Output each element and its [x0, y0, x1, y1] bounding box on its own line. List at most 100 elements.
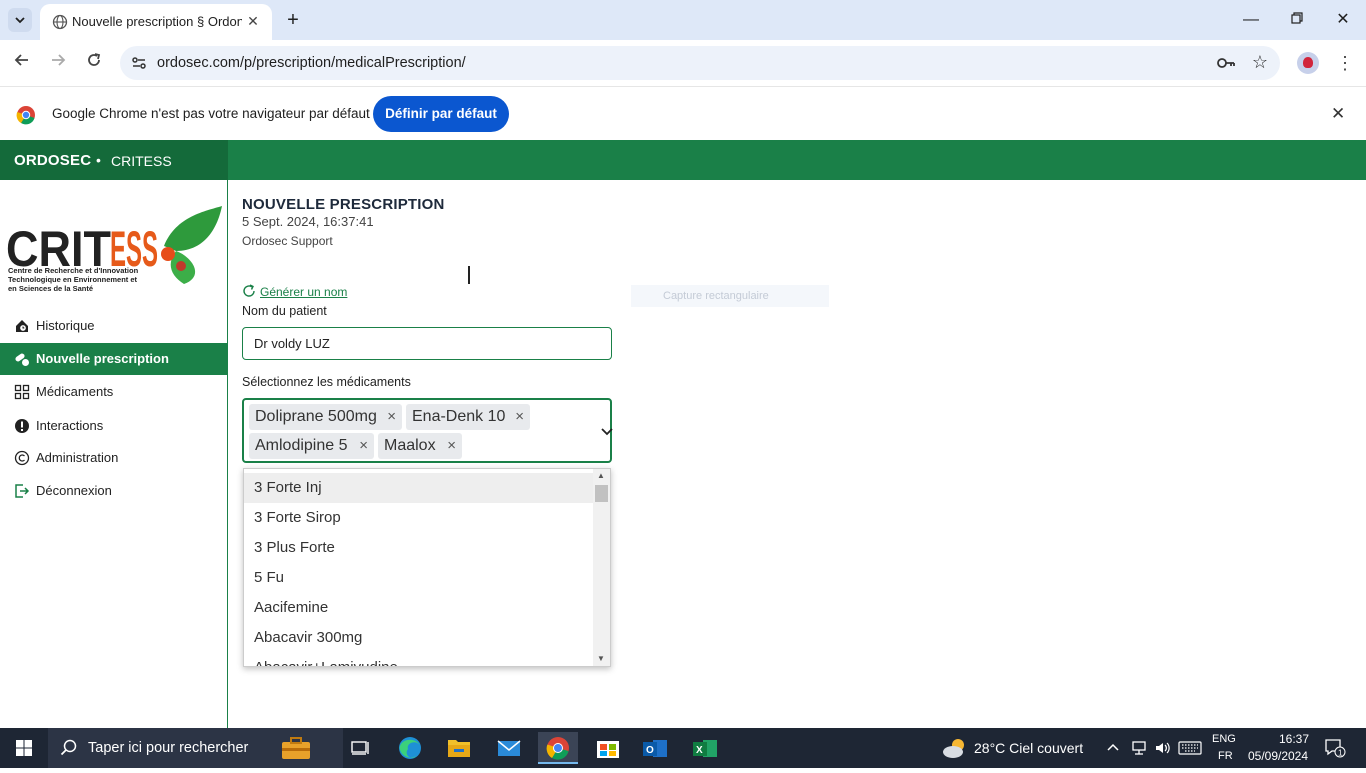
sidebar-item-label: Nouvelle prescription	[36, 351, 169, 366]
infobar-close-icon[interactable]: ✕	[1331, 104, 1345, 124]
chip-label: Maalox	[384, 437, 436, 454]
bookmark-star-icon[interactable]: ☆	[1252, 52, 1268, 73]
window-close-icon[interactable]: ✕	[1329, 8, 1357, 32]
volume-icon[interactable]	[1154, 740, 1172, 759]
sidebar-item-label: Historique	[36, 318, 95, 333]
sidebar-item-nouvelle-prescription[interactable]: Nouvelle prescription	[0, 343, 227, 375]
chip-remove-icon[interactable]: ×	[515, 404, 524, 430]
patient-name-input[interactable]: Dr voldy LUZ	[242, 327, 612, 360]
dropdown-option[interactable]: Abacavir 300mg	[244, 623, 594, 653]
address-bar[interactable]: ordosec.com/p/prescription/medicalPrescr…	[120, 46, 1280, 80]
medications-multiselect[interactable]: Doliprane 500mg × Ena-Denk 10 × Amlodipine…	[242, 398, 613, 463]
grid-icon	[14, 384, 30, 400]
dropdown-scrollbar[interactable]: ▲ ▼	[593, 469, 610, 666]
chip-label: Doliprane 500mg	[255, 408, 377, 425]
input-language-bottom[interactable]: FR	[1218, 750, 1233, 762]
network-icon[interactable]	[1130, 740, 1148, 759]
profile-avatar[interactable]	[1297, 52, 1319, 74]
tab-title: Nouvelle prescription § Ordonanc	[72, 14, 242, 29]
sidebar-item-historique[interactable]: Historique	[0, 310, 227, 342]
clock-date[interactable]: 05/09/2024	[1246, 749, 1310, 763]
tab-search-button[interactable]	[8, 8, 32, 32]
refresh-icon	[243, 284, 255, 297]
dropdown-option[interactable]: 3 Forte Inj	[244, 473, 594, 503]
generate-name-link[interactable]: Générer un nom	[242, 284, 347, 299]
svg-text:Technologique en Environnement: Technologique en Environnement et	[8, 275, 138, 284]
chip-label: Ena-Denk 10	[412, 408, 506, 425]
browser-tab-active[interactable]: Nouvelle prescription § Ordonanc ✕	[40, 4, 272, 40]
capture-overlay-ghost: Capture rectangulaire	[631, 285, 829, 307]
chip-remove-icon[interactable]: ×	[359, 433, 368, 459]
default-browser-infobar: Google Chrome n'est pas votre navigateur…	[0, 86, 1366, 140]
clock-time[interactable]: 16:37	[1264, 732, 1324, 746]
search-icon	[60, 739, 77, 756]
chevron-down-icon[interactable]	[601, 425, 613, 437]
task-view-icon[interactable]	[340, 732, 380, 764]
minimize-icon[interactable]: —	[1237, 8, 1265, 32]
site-settings-icon[interactable]	[130, 54, 148, 72]
briefcase-icon	[282, 737, 310, 759]
dropdown-option[interactable]: 5 Fu	[244, 563, 594, 593]
outlook-icon[interactable]: O	[635, 732, 675, 764]
scrollbar-thumb[interactable]	[595, 485, 608, 502]
microsoft-store-icon[interactable]	[588, 732, 628, 764]
svg-text:Centre de Recherche et d'Innov: Centre de Recherche et d'Innovation	[8, 266, 139, 275]
reload-icon[interactable]	[83, 52, 105, 74]
brand-separator: •	[96, 152, 101, 168]
new-tab-plus-icon[interactable]: +	[282, 9, 304, 31]
app-header: ORDOSEC • CRITESS	[0, 140, 1366, 180]
sidebar-item-administration[interactable]: Administration	[0, 442, 227, 474]
chrome-taskbar-icon[interactable]	[538, 732, 578, 764]
selected-med-chip: Amlodipine 5 ×	[249, 433, 374, 459]
mail-icon[interactable]	[489, 732, 529, 764]
infobar-message: Google Chrome n'est pas votre navigateur…	[52, 106, 370, 121]
dropdown-option[interactable]: Abacavir+Lamivudine	[244, 653, 594, 666]
medications-label: Sélectionnez les médicaments	[242, 375, 411, 389]
sidebar-item-interactions[interactable]: Interactions	[0, 410, 227, 442]
sidebar-item-deconnexion[interactable]: Déconnexion	[0, 475, 227, 507]
dropdown-option[interactable]: Aacifemine	[244, 593, 594, 623]
browser-toolbar: ordosec.com/p/prescription/medicalPrescr…	[0, 40, 1366, 86]
input-language-top[interactable]: ENG	[1212, 733, 1236, 745]
forward-arrow-icon[interactable]	[47, 52, 69, 74]
scroll-up-arrow-icon[interactable]: ▲	[597, 471, 605, 480]
keyboard-icon[interactable]	[1178, 740, 1202, 759]
critess-logo: CRIT ESS Centre de Recherche et d'Innova…	[6, 206, 222, 293]
browser-tab-strip: Nouvelle prescription § Ordonanc ✕ + — ✕	[0, 0, 1366, 40]
chrome-logo-icon	[16, 106, 35, 125]
notification-center-icon[interactable]: 1	[1324, 738, 1346, 758]
edge-browser-icon[interactable]	[390, 732, 430, 764]
taskbar-search-box[interactable]: Taper ici pour rechercher	[48, 728, 343, 768]
weather-cloudy-icon[interactable]	[940, 736, 970, 760]
show-hidden-icons-chevron-icon[interactable]	[1106, 740, 1120, 757]
windows-start-button[interactable]	[0, 728, 48, 768]
excel-icon[interactable]: X	[685, 732, 725, 764]
app-brand[interactable]: ORDOSEC	[14, 152, 91, 169]
patient-name-label: Nom du patient	[242, 304, 327, 318]
globe-icon	[52, 14, 68, 30]
scroll-down-arrow-icon[interactable]: ▼	[597, 654, 605, 663]
dropdown-option[interactable]: 3 Forte Sirop	[244, 503, 594, 533]
password-key-icon[interactable]	[1216, 54, 1236, 72]
sidebar-item-label: Interactions	[36, 418, 104, 433]
sidebar-item-label: Médicaments	[36, 384, 114, 399]
sidebar-item-label: Déconnexion	[36, 483, 112, 498]
tab-close-icon[interactable]: ✕	[244, 12, 262, 30]
chip-remove-icon[interactable]: ×	[387, 404, 396, 430]
file-explorer-icon[interactable]	[439, 732, 479, 764]
sidebar-item-medicaments[interactable]: Médicaments	[0, 376, 227, 408]
history-icon	[16, 320, 28, 333]
medications-dropdown-list[interactable]: 3 Forte Inj 3 Forte Sirop 3 Plus Forte 5…	[243, 468, 611, 667]
dropdown-option[interactable]: 3 Plus Forte	[244, 533, 594, 563]
back-arrow-icon[interactable]	[11, 52, 33, 74]
sidebar: CRIT ESS Centre de Recherche et d'Innova…	[0, 180, 228, 728]
svg-text:en Sciences de la Santé: en Sciences de la Santé	[8, 284, 93, 293]
page-title: NOUVELLE PRESCRIPTION	[242, 196, 445, 213]
set-default-button[interactable]: Définir par défaut	[373, 96, 509, 132]
selected-med-chip: Maalox ×	[378, 433, 462, 459]
copyright-icon	[14, 450, 30, 466]
weather-text[interactable]: 28°C Ciel couvert	[974, 740, 1083, 756]
chip-remove-icon[interactable]: ×	[447, 433, 456, 459]
restore-icon[interactable]	[1283, 8, 1311, 32]
menu-kebab-icon[interactable]: ⋮	[1336, 52, 1354, 74]
